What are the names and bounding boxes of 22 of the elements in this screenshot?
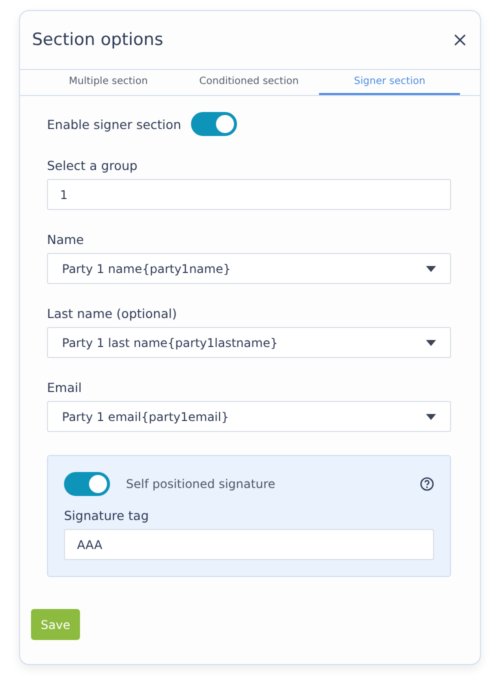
close-icon[interactable] xyxy=(454,34,466,46)
input-field[interactable]: AAA xyxy=(64,529,434,560)
field-label: Email xyxy=(47,380,83,395)
tab[interactable]: Conditioned section xyxy=(178,70,320,95)
help-icon[interactable] xyxy=(420,477,434,491)
select-field[interactable]: Party 1 last name{party1lastname} xyxy=(47,327,451,358)
enable-label: Enable signer section xyxy=(47,116,182,132)
field-label: Signature tag xyxy=(64,508,150,523)
select-field[interactable]: Party 1 name{party1name} xyxy=(47,253,451,284)
caret-icon xyxy=(426,414,436,420)
select-field[interactable]: Party 1 email{party1email} xyxy=(47,401,451,432)
caret-icon xyxy=(426,340,436,346)
input-field[interactable]: 1 xyxy=(47,179,451,210)
field-label: Name xyxy=(47,232,85,247)
field-label: Last name (optional) xyxy=(47,306,178,321)
caret-icon xyxy=(426,266,436,272)
toggle-switch[interactable] xyxy=(64,472,110,496)
dialog-title: Section options xyxy=(32,30,164,50)
tab[interactable]: Multiple section xyxy=(38,70,179,95)
field-label: Select a group xyxy=(47,158,138,173)
toggle-switch[interactable] xyxy=(191,112,238,136)
toggle-label: Self positioned signature xyxy=(126,477,276,491)
